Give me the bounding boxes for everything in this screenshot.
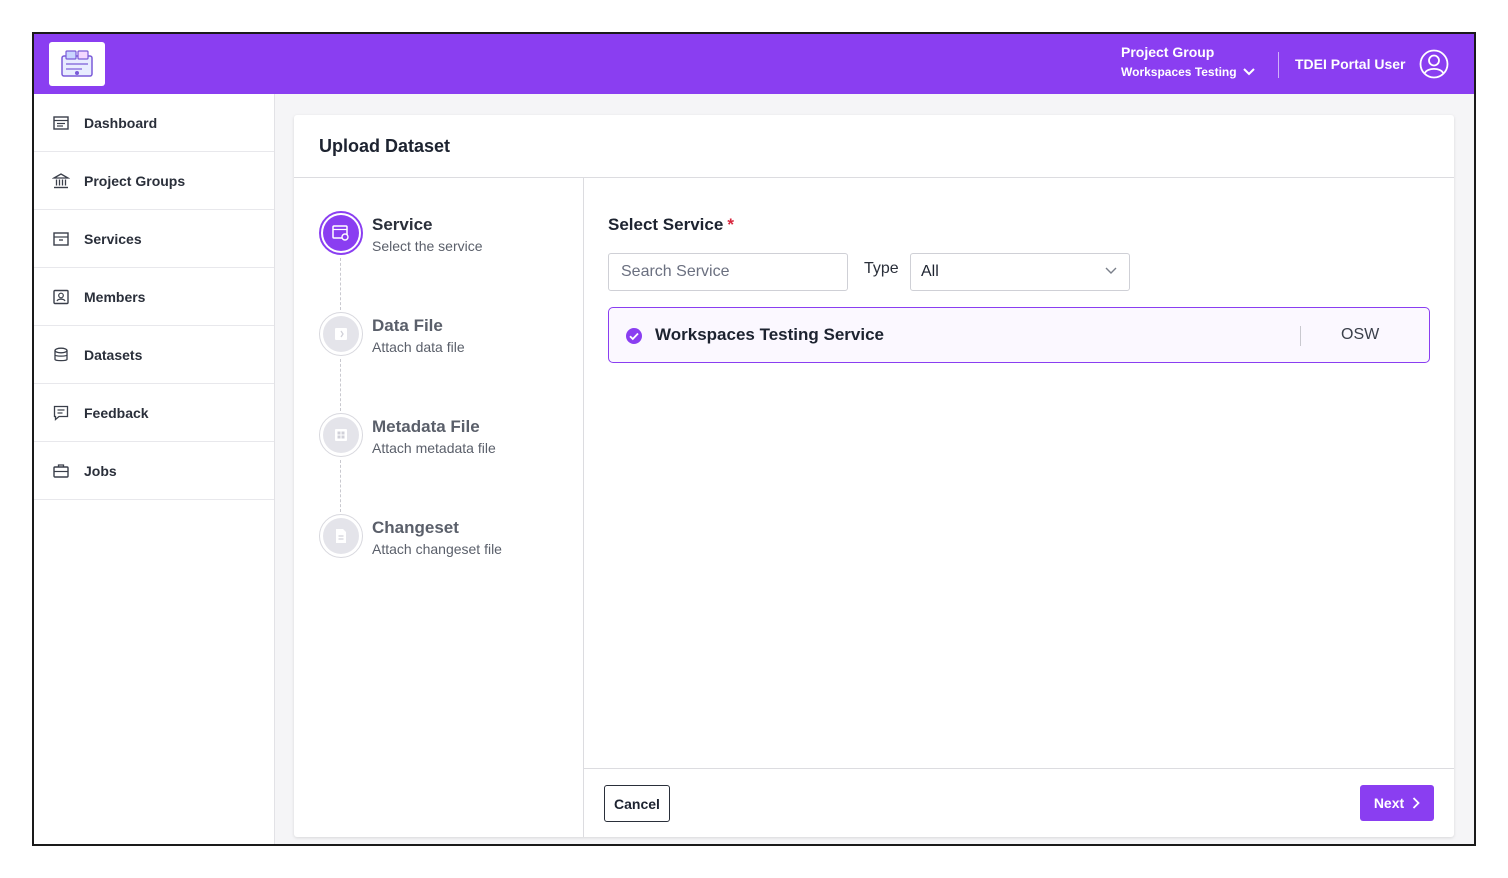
cancel-button[interactable]: Cancel [604,785,670,822]
next-button[interactable]: Next [1360,785,1434,821]
page-title: Upload Dataset [319,136,451,156]
project-group-switcher[interactable]: Project Group Workspaces Testing [1121,44,1255,79]
check-circle-icon [626,328,642,344]
stepper: Service Select the service Data File Att… [294,178,584,837]
sidebar-item-label: Services [84,230,142,247]
sidebar-item-label: Datasets [84,346,143,363]
sidebar-item-feedback[interactable]: Feedback [34,384,274,442]
required-mark: * [727,215,734,234]
type-select[interactable]: All [910,253,1130,291]
app-logo[interactable] [49,42,105,86]
select-service-panel: Select Service* Type All Workspaces Test… [584,178,1454,768]
bank-icon [52,172,70,190]
step-description: Select the service [372,238,483,254]
data-file-icon [335,328,347,340]
sidebar-item-label: Members [84,288,146,305]
step-service[interactable]: Service Select the service [319,211,579,271]
step-title: Data File [372,316,443,335]
step-data-file[interactable]: Data File Attach data file [319,312,579,372]
upload-dataset-card: Upload Dataset Service Select the servic… [294,115,1454,837]
service-option-workspaces-testing[interactable]: Workspaces Testing Service OSW [608,307,1430,363]
step-metadata-file[interactable]: Metadata File Attach metadata file [319,413,579,473]
metadata-icon [335,429,347,441]
select-service-label-text: Select Service [608,215,724,234]
project-group-value: Workspaces Testing [1121,65,1237,79]
step-title: Changeset [372,518,459,537]
sidebar-item-project-groups[interactable]: Project Groups [34,152,274,210]
service-icon [332,225,349,241]
step-title: Service [372,215,433,234]
sidebar-item-members[interactable]: Members [34,268,274,326]
step-changeset-indicator [319,514,363,558]
sidebar-item-dashboard[interactable]: Dashboard [34,94,274,152]
select-service-label: Select Service * [608,215,734,235]
member-icon [52,288,70,306]
header-divider [1278,52,1279,78]
sidebar-item-label: Project Groups [84,172,186,189]
service-type-badge: OSW [1341,326,1380,343]
app-window: Project Group Workspaces Testing TDEI Po… [32,32,1476,846]
type-select-value: All [921,263,939,280]
user-avatar-icon[interactable] [1419,49,1449,79]
step-service-indicator [319,211,363,255]
next-button-label: Next [1373,795,1405,811]
archive-icon [52,230,70,248]
sidebar-item-label: Feedback [84,404,149,421]
step-description: Attach data file [372,339,465,355]
feedback-icon [52,404,70,422]
service-divider [1300,326,1301,346]
step-data-file-indicator [319,312,363,356]
logo-icon [61,50,93,77]
sidebar-item-services[interactable]: Services [34,210,274,268]
briefcase-icon [52,462,70,480]
sidebar-item-datasets[interactable]: Datasets [34,326,274,384]
sidebar-item-jobs[interactable]: Jobs [34,442,274,500]
step-changeset[interactable]: Changeset Attach changeset file [319,514,579,574]
service-name: Workspaces Testing Service [655,325,884,344]
step-title: Metadata File [372,417,480,436]
top-bar: Project Group Workspaces Testing TDEI Po… [34,34,1474,94]
step-description: Attach metadata file [372,440,496,456]
database-icon [52,346,70,364]
step-metadata-file-indicator [319,413,363,457]
chevron-down-icon [1105,267,1117,274]
search-service-input[interactable] [608,253,848,291]
sidebar-item-label: Dashboard [84,114,158,131]
user-name[interactable]: TDEI Portal User [1295,56,1405,72]
chevron-down-icon [1242,68,1255,76]
chevron-right-icon [1413,797,1420,809]
sidebar-item-label: Jobs [84,462,117,479]
step-description: Attach changeset file [372,541,502,557]
sidebar: Dashboard Project Groups Services Member… [34,94,275,844]
project-group-label: Project Group [1121,44,1215,60]
footer-divider [584,768,1454,769]
changeset-icon [336,529,346,543]
type-label: Type [864,260,899,277]
dashboard-icon [52,114,70,132]
